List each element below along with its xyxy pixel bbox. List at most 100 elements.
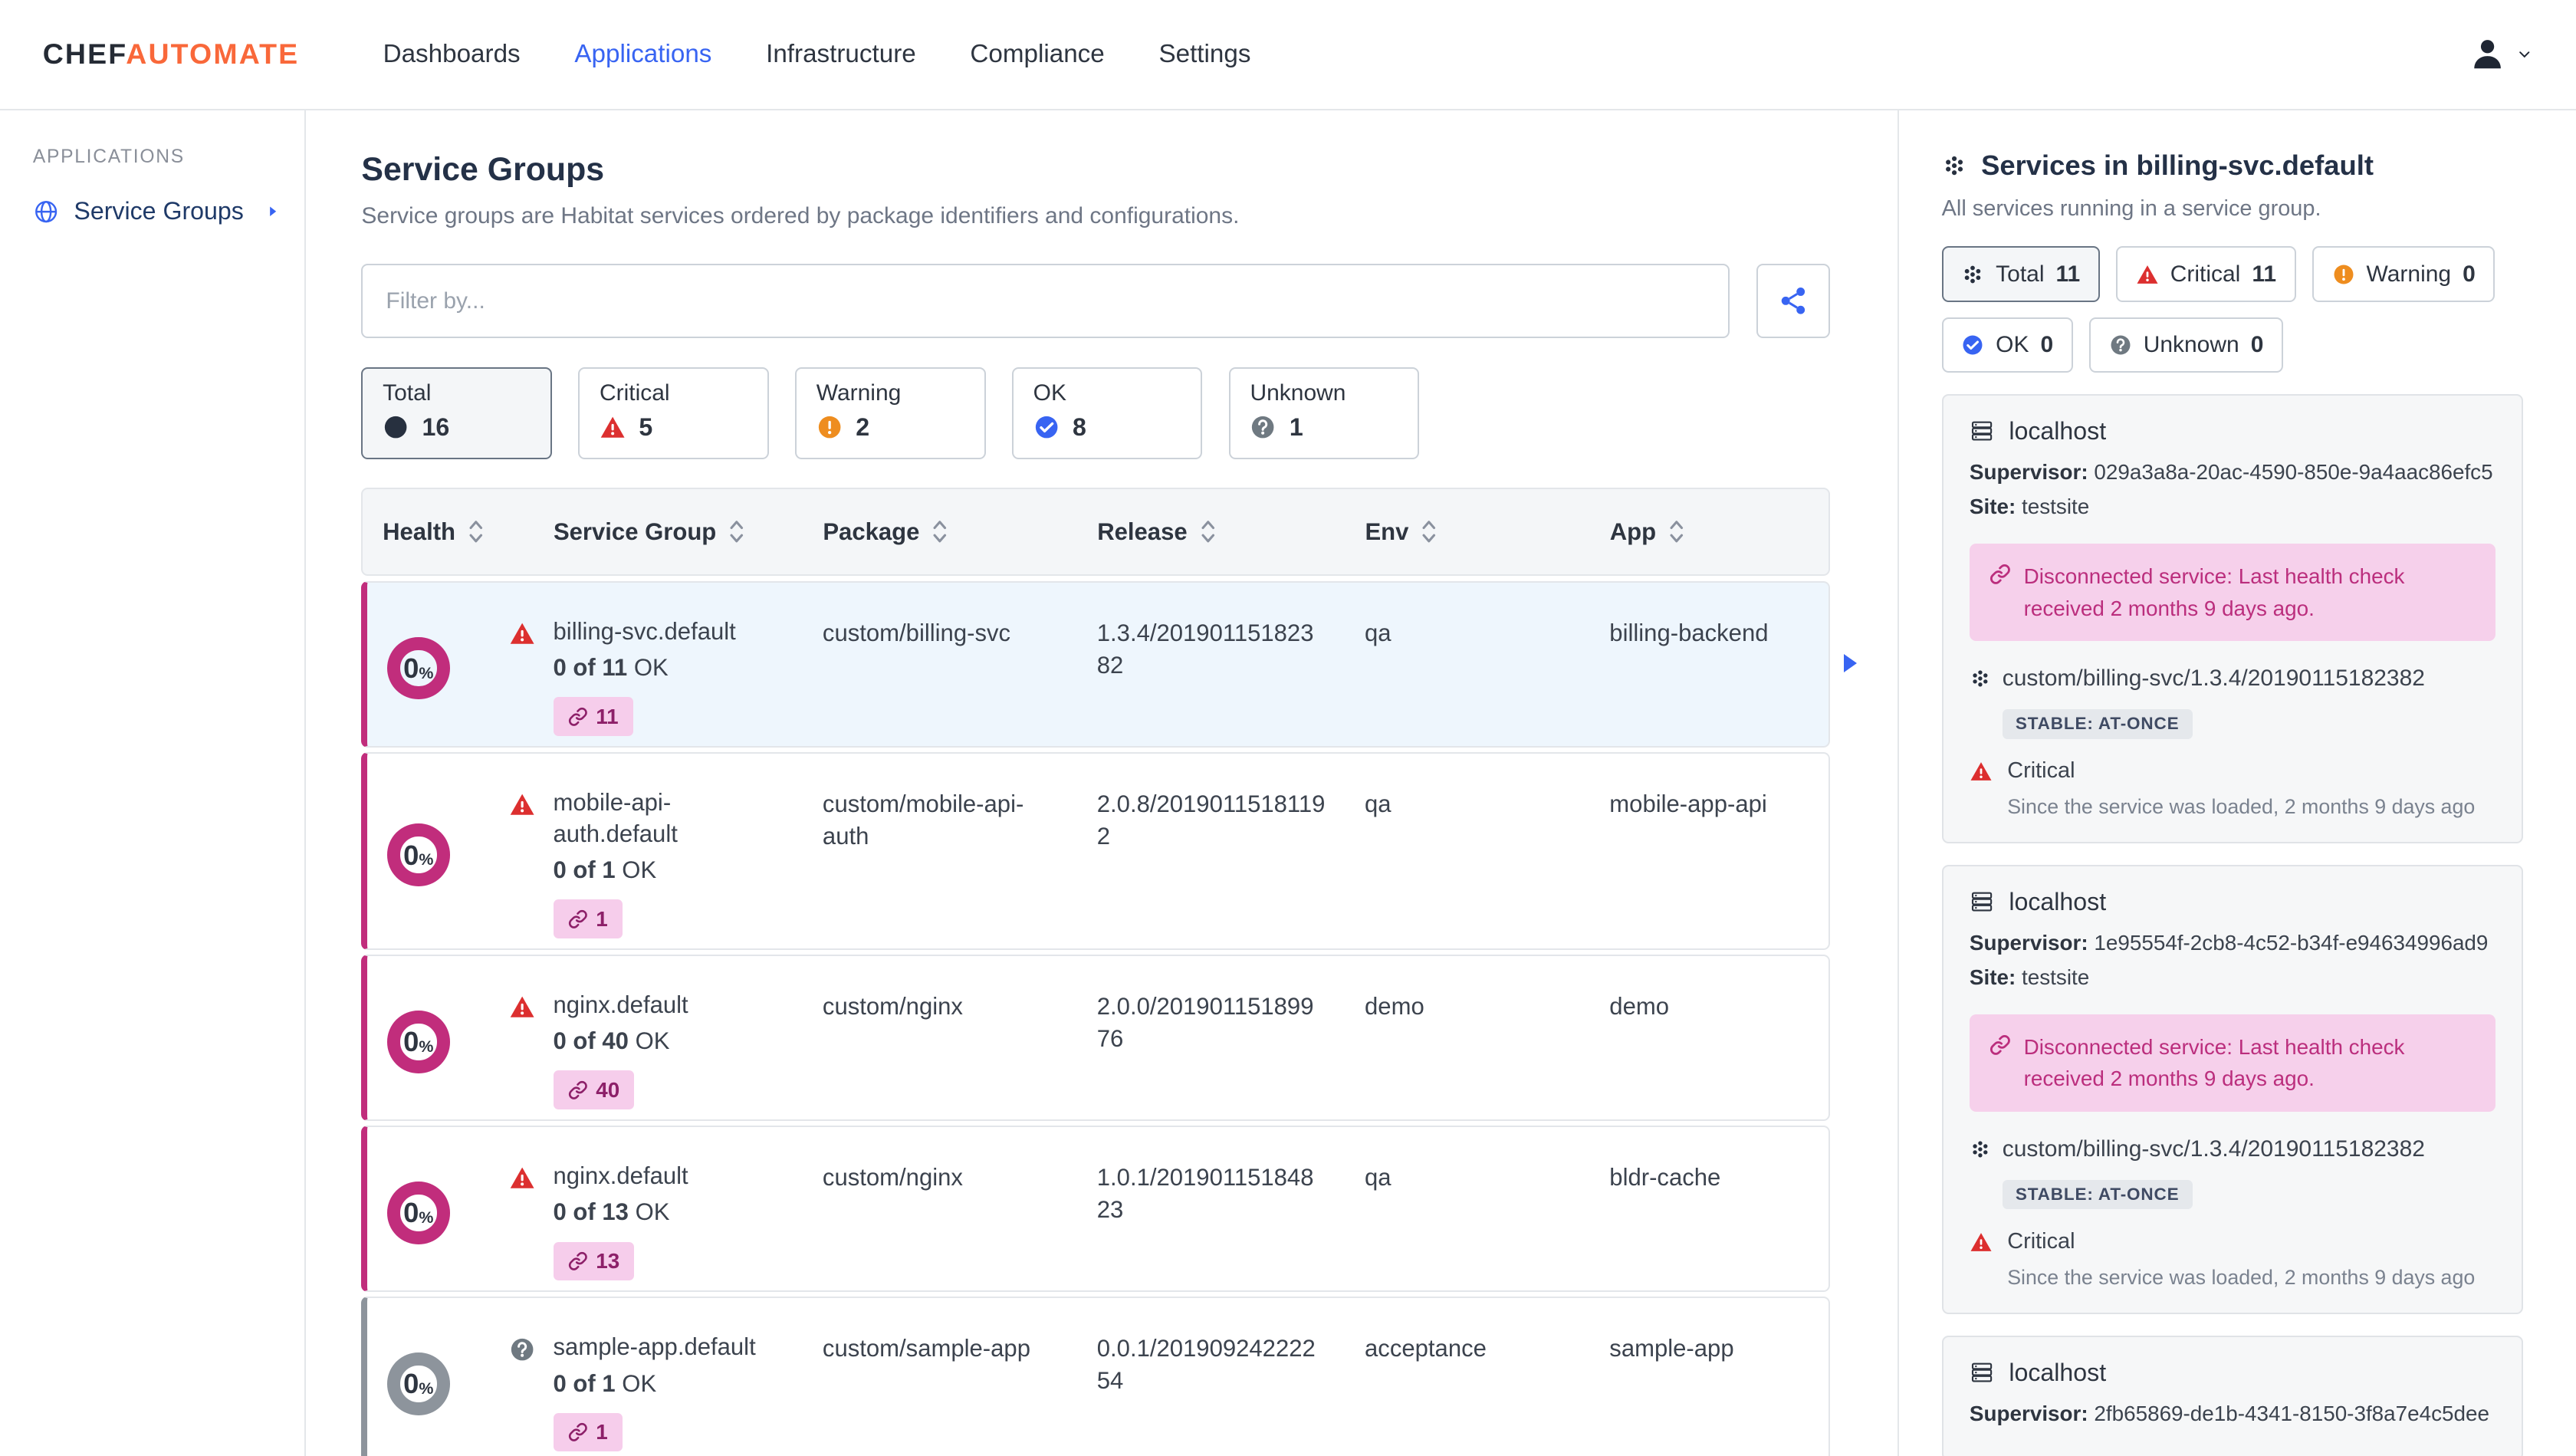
ok-count: 0 of 1 OK xyxy=(553,856,657,884)
disconnected-count-badge: 1 xyxy=(553,1412,623,1452)
sort-icon xyxy=(1199,517,1217,547)
sidebar-section-label: APPLICATIONS xyxy=(32,146,185,167)
sidebar-item-service-groups[interactable]: Service Groups xyxy=(0,189,304,234)
critical-icon xyxy=(2136,263,2159,286)
health-cell: 0% xyxy=(367,1298,533,1455)
table-row[interactable]: 0% nginx.default 0 of 40 OK 40 custom/ng… xyxy=(361,955,1831,1121)
panel-filter-warning[interactable]: Warning 0 xyxy=(2312,246,2496,303)
nav-applications[interactable]: Applications xyxy=(574,40,711,69)
ok-icon xyxy=(1961,334,1984,357)
package-row: custom/billing-svc/1.3.4/20190115182382 xyxy=(1970,1136,2496,1162)
health-cell: 0% xyxy=(367,754,533,948)
release-cell: 0.0.1/20190924222254 xyxy=(1096,1335,1316,1395)
disconnected-link-icon xyxy=(568,909,588,929)
status-filter-critical[interactable]: Critical 5 xyxy=(578,367,769,460)
table-row[interactable]: 0% sample-app.default 0 of 1 OK 1 custom… xyxy=(361,1297,1831,1456)
table-row[interactable]: 0% mobile-api-auth.default 0 of 1 OK 1 c… xyxy=(361,752,1831,950)
panel-filter-ok[interactable]: OK 0 xyxy=(1941,317,2073,373)
panel-filter-count: 0 xyxy=(2250,331,2264,357)
ok-count: 0 of 13 OK xyxy=(553,1198,670,1226)
column-label: Release xyxy=(1097,518,1188,545)
panel-subtitle: All services running in a service group. xyxy=(1941,196,2321,222)
chef-automate-logo[interactable]: CHEFAUTOMATE xyxy=(43,38,300,71)
package-ident: custom/billing-svc/1.3.4/20190115182382 xyxy=(2002,1136,2425,1162)
selected-row-caret-icon xyxy=(1843,654,1857,673)
package-cell: custom/nginx xyxy=(822,1164,963,1191)
column-header-service-group[interactable]: Service Group xyxy=(534,517,803,547)
status-filter-count: 1 xyxy=(1289,412,1303,441)
env-cell: qa xyxy=(1365,790,1392,817)
package-ident: custom/billing-svc/1.3.4/20190115182382 xyxy=(2002,665,2425,691)
status-filter-label: OK xyxy=(1033,380,1066,406)
status-filter-label: Total xyxy=(383,380,432,406)
supervisor-line: Supervisor: 2fb65869-de1b-4341-8150-3f8a… xyxy=(1969,1402,2489,1426)
service-status: Critical xyxy=(2007,1229,2075,1254)
channel-badge: STABLE: AT-ONCE xyxy=(2002,708,2193,739)
critical-icon xyxy=(509,994,535,1020)
sort-icon xyxy=(728,517,746,547)
package-cell: custom/nginx xyxy=(822,993,963,1021)
env-cell: acceptance xyxy=(1365,1335,1487,1362)
status-filter-label: Critical xyxy=(599,380,670,406)
total-icon xyxy=(1961,263,1984,286)
site-line: Site: testsite xyxy=(1969,965,2090,990)
critical-icon xyxy=(1970,760,1993,783)
panel-status-filters: Total 11 Critical 11 Warning 0 OK 0 Unkn… xyxy=(1941,246,2524,373)
panel-filter-total[interactable]: Total 11 xyxy=(1941,246,2100,303)
panel-filter-unknown[interactable]: Unknown 0 xyxy=(2089,317,2283,373)
app-cell: bldr-cache xyxy=(1609,1164,1721,1191)
nav-compliance[interactable]: Compliance xyxy=(970,40,1104,69)
app-cell: billing-backend xyxy=(1609,619,1769,646)
column-header-health[interactable]: Health xyxy=(363,517,534,547)
sidebar-item-label: Service Groups xyxy=(74,197,244,225)
column-header-app[interactable]: App xyxy=(1590,517,1829,547)
column-header-env[interactable]: Env xyxy=(1346,517,1590,547)
unknown-icon xyxy=(2109,334,2132,357)
column-header-release[interactable]: Release xyxy=(1077,517,1345,547)
service-group-name: nginx.default xyxy=(553,1162,688,1190)
services-panel: Services in billing-svc.default All serv… xyxy=(1897,110,2576,1456)
status-filter-unknown[interactable]: Unknown 1 xyxy=(1228,367,1420,460)
supervisor-line: Supervisor: 029a3a8a-20ac-4590-850e-9a4a… xyxy=(1969,460,2493,485)
habitat-icon xyxy=(1942,153,1967,178)
service-group-name: billing-svc.default xyxy=(553,617,736,645)
critical-icon xyxy=(509,791,535,817)
filter-input[interactable] xyxy=(361,264,1730,338)
column-header-package[interactable]: Package xyxy=(803,517,1078,547)
release-cell: 2.0.8/20190115181192 xyxy=(1096,790,1326,850)
package-cell: custom/sample-app xyxy=(822,1335,1030,1362)
nav-infrastructure[interactable]: Infrastructure xyxy=(766,40,916,69)
release-cell: 2.0.0/20190115189976 xyxy=(1096,993,1314,1053)
disconnected-link-icon xyxy=(568,1422,588,1442)
table-row[interactable]: 0% billing-svc.default 0 of 11 OK 11 cus… xyxy=(361,580,1857,748)
alert-text: Disconnected service: Last health check … xyxy=(2023,564,2405,620)
service-card: localhost Supervisor: 2fb65869-de1b-4341… xyxy=(1941,1335,2524,1456)
nav-dashboards[interactable]: Dashboards xyxy=(383,40,521,69)
share-button[interactable] xyxy=(1756,264,1831,338)
health-donut: 0% xyxy=(387,1011,450,1073)
globe-icon xyxy=(33,199,59,225)
column-label: Package xyxy=(823,518,920,545)
service-status-row: Critical xyxy=(1970,758,2496,784)
status-filter-total[interactable]: Total 16 xyxy=(361,367,552,460)
unknown-icon xyxy=(1250,414,1276,440)
ok-icon xyxy=(1033,414,1060,440)
health-donut: 0% xyxy=(387,1352,450,1415)
sort-icon xyxy=(1668,517,1686,547)
status-filter-ok[interactable]: OK 8 xyxy=(1011,367,1203,460)
panel-filter-critical[interactable]: Critical 11 xyxy=(2116,246,2296,303)
table-row[interactable]: 0% nginx.default 0 of 13 OK 13 custom/ng… xyxy=(361,1126,1831,1292)
user-menu[interactable] xyxy=(2469,36,2534,72)
disconnected-link-icon xyxy=(568,1080,588,1100)
host-name: localhost xyxy=(2009,887,2107,915)
column-label: Env xyxy=(1365,518,1409,545)
service-status-row: Critical xyxy=(1970,1229,2496,1254)
critical-icon xyxy=(1970,1231,1993,1254)
panel-filter-count: 11 xyxy=(2055,261,2081,287)
nav-settings[interactable]: Settings xyxy=(1158,40,1250,69)
status-filter-warning[interactable]: Warning 2 xyxy=(795,367,986,460)
service-groups-table: Health Service Group Package Release Env… xyxy=(361,487,1857,1456)
service-card: localhost Supervisor: 029a3a8a-20ac-4590… xyxy=(1941,394,2524,844)
service-group-name: mobile-api-auth.default xyxy=(553,788,678,847)
status-filter-count: 16 xyxy=(422,412,450,441)
